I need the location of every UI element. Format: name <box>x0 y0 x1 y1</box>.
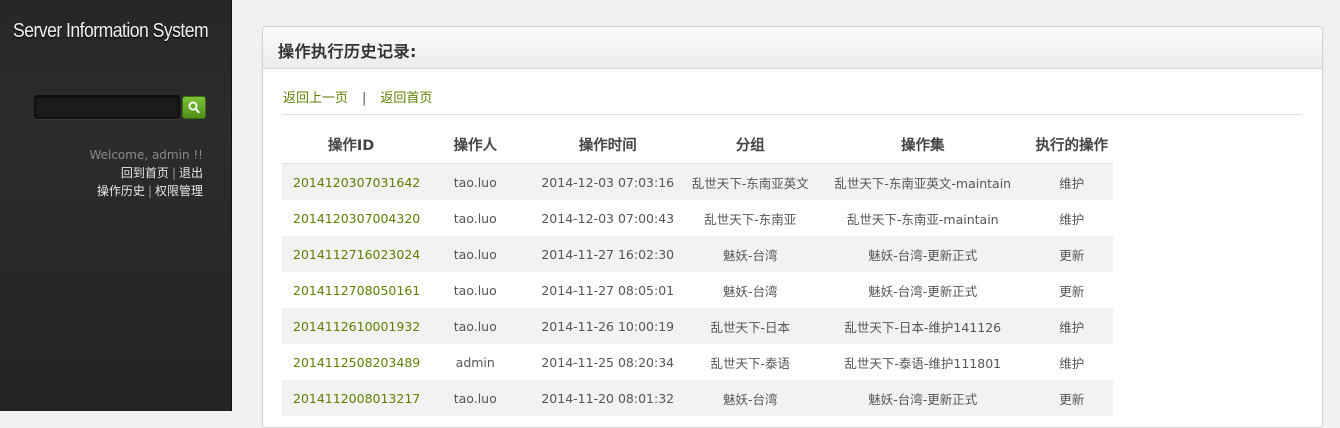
history-panel: 操作执行历史记录: 返回上一页 | 返回首页 操作ID 操作人 操作时间 分组 操作… <box>262 26 1323 428</box>
executed-action-cell: 维护 <box>1030 308 1114 344</box>
operation-time-cell: 2014-11-27 16:02:30 <box>530 236 686 272</box>
panel-title: 操作执行历史记录: <box>278 42 417 61</box>
operator-cell: tao.luo <box>420 236 531 272</box>
user-box: Welcome, admin !! 回到首页 | 退出 操作历史 | 权限管理 <box>89 146 203 200</box>
app-title: Server Information System <box>13 20 209 42</box>
sidebar: Server Information System Welcome, admin… <box>0 0 232 411</box>
table-row: 2014112716023024 tao.luo 2014-11-27 16:02:… <box>282 236 1114 272</box>
operation-time-cell: 2014-12-03 07:03:16 <box>530 163 686 200</box>
operation-id-cell: 2014120307004320 <box>282 200 421 236</box>
table-row: 2014112508203489 admin 2014-11-25 08:20:34… <box>282 344 1114 380</box>
operation-set-cell: 乱世天下-东南亚英文-maintain <box>815 163 1031 200</box>
logout-link[interactable]: 退出 <box>179 166 203 180</box>
operation-id-cell: 2014112610001932 <box>282 308 421 344</box>
table-row: 2014120307004320 tao.luo 2014-12-03 07:00:… <box>282 200 1114 236</box>
operation-id-cell: 2014112708050161 <box>282 272 421 308</box>
operation-id-cell: 2014112716023024 <box>282 236 421 272</box>
group-cell: 魅妖-台湾 <box>685 236 816 272</box>
permissions-link[interactable]: 权限管理 <box>155 184 203 198</box>
group-cell: 乱世天下-日本 <box>685 308 816 344</box>
nav-separator: | <box>362 91 367 106</box>
operator-cell: tao.luo <box>420 308 531 344</box>
column-header: 操作人 <box>420 125 531 164</box>
table-row: 2014112610001932 tao.luo 2014-11-26 10:00:… <box>282 308 1114 344</box>
group-cell: 乱世天下-东南亚英文 <box>685 163 816 200</box>
divider <box>282 114 1302 115</box>
nav-links: 返回上一页 | 返回首页 <box>283 87 432 106</box>
user-links-row-1: 回到首页 | 退出 <box>89 164 203 182</box>
group-cell: 乱世天下-泰语 <box>685 344 816 380</box>
table-row: 2014112708050161 tao.luo 2014-11-27 08:05:… <box>282 272 1114 308</box>
operation-set-cell: 乱世天下-泰语-维护111801 <box>815 344 1031 380</box>
column-header: 操作集 <box>815 125 1031 164</box>
executed-action-cell: 维护 <box>1030 344 1114 380</box>
history-table: 操作ID 操作人 操作时间 分组 操作集 执行的操作 2014120307031… <box>282 125 1114 416</box>
search-bar <box>34 94 206 122</box>
operation-id-cell: 2014112508203489 <box>282 344 421 380</box>
home-link[interactable]: 回到首页 <box>121 166 169 180</box>
search-input[interactable] <box>34 95 180 119</box>
operation-id-link[interactable]: 2014112008013217 <box>293 391 420 406</box>
group-cell: 乱世天下-东南亚 <box>685 200 816 236</box>
welcome-text: Welcome, admin !! <box>89 148 203 162</box>
operation-id-link[interactable]: 2014112708050161 <box>293 283 420 298</box>
operation-set-cell: 乱世天下-东南亚-maintain <box>815 200 1031 236</box>
table-row: 2014120307031642 tao.luo 2014-12-03 07:03:… <box>282 163 1114 200</box>
panel-header: 操作执行历史记录: <box>263 27 1322 69</box>
link-separator: | <box>147 184 152 198</box>
operator-cell: tao.luo <box>420 272 531 308</box>
executed-action-cell: 更新 <box>1030 272 1114 308</box>
back-link[interactable]: 返回上一页 <box>283 91 348 106</box>
table-header-row: 操作ID 操作人 操作时间 分组 操作集 执行的操作 <box>282 125 1114 164</box>
operator-cell: tao.luo <box>420 163 531 200</box>
executed-action-cell: 维护 <box>1030 163 1114 200</box>
operation-set-cell: 魅妖-台湾-更新正式 <box>815 236 1031 272</box>
column-header: 操作ID <box>282 125 421 164</box>
operation-set-cell: 魅妖-台湾-更新正式 <box>815 272 1031 308</box>
operation-id-link[interactable]: 2014120307031642 <box>293 175 420 190</box>
executed-action-cell: 维护 <box>1030 200 1114 236</box>
operation-time-cell: 2014-12-03 07:00:43 <box>530 200 686 236</box>
link-separator: | <box>171 166 176 180</box>
search-icon <box>188 101 200 114</box>
operation-time-cell: 2014-11-26 10:00:19 <box>530 308 686 344</box>
operation-id-link[interactable]: 2014120307004320 <box>293 211 420 226</box>
column-header: 操作时间 <box>530 125 686 164</box>
search-button[interactable] <box>182 96 206 119</box>
operation-id-link[interactable]: 2014112508203489 <box>293 355 420 370</box>
operation-id-link[interactable]: 2014112610001932 <box>293 319 420 334</box>
history-link[interactable]: 操作历史 <box>97 184 145 198</box>
operator-cell: admin <box>420 344 531 380</box>
user-links-row-2: 操作历史 | 权限管理 <box>89 182 203 200</box>
home-page-link[interactable]: 返回首页 <box>380 91 432 106</box>
group-cell: 魅妖-台湾 <box>685 272 816 308</box>
operator-cell: tao.luo <box>420 200 531 236</box>
column-header: 执行的操作 <box>1030 125 1114 164</box>
executed-action-cell: 更新 <box>1030 236 1114 272</box>
operation-set-cell: 乱世天下-日本-维护141126 <box>815 308 1031 344</box>
operation-id-link[interactable]: 2014112716023024 <box>293 247 420 262</box>
operation-time-cell: 2014-11-27 08:05:01 <box>530 272 686 308</box>
column-header: 分组 <box>685 125 816 164</box>
operation-id-cell: 2014120307031642 <box>282 163 421 200</box>
operation-time-cell: 2014-11-25 08:20:34 <box>530 344 686 380</box>
